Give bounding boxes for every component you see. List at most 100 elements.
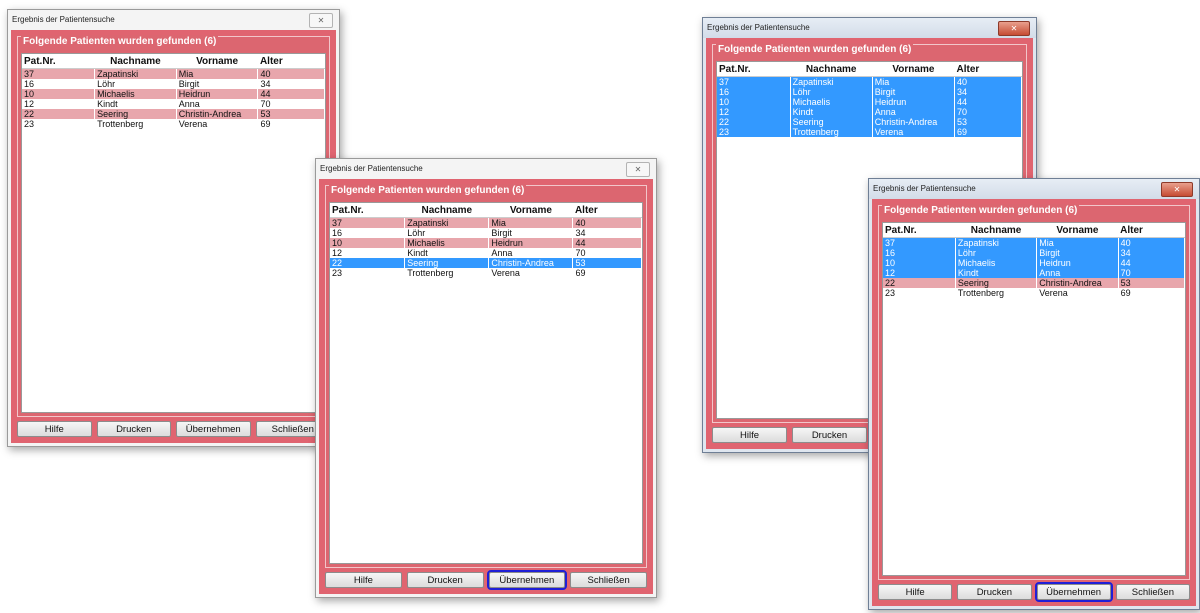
table-row[interactable]: 37 Zapatinski Mia 40 bbox=[883, 237, 1186, 248]
button-bar: Hilfe Drucken Übernehmen Schließen bbox=[325, 570, 647, 590]
table-row[interactable]: 16 Löhr Birgit 34 bbox=[883, 248, 1186, 258]
table-row[interactable]: 22 Seering Christin-Andrea 53 bbox=[22, 109, 325, 119]
table-row[interactable]: 10 Michaelis Heidrun 44 bbox=[717, 97, 1023, 107]
drucken-button[interactable]: Drucken bbox=[957, 584, 1032, 600]
hilfe-button-label: Hilfe bbox=[739, 430, 759, 441]
table-row[interactable]: 10 Michaelis Heidrun 44 bbox=[330, 238, 642, 248]
cell-vorname: Verena bbox=[176, 119, 258, 129]
cell-vorname: Birgit bbox=[176, 79, 258, 89]
table-row[interactable]: 16 Löhr Birgit 34 bbox=[717, 87, 1023, 97]
patient-table[interactable]: Pat.Nr. Nachname Vorname Alter 37 Zapatin… bbox=[329, 202, 643, 564]
drucken-button[interactable]: Drucken bbox=[96, 421, 171, 437]
hilfe-button[interactable]: Hilfe bbox=[17, 421, 92, 437]
column-header-alter[interactable]: Alter bbox=[572, 203, 642, 218]
column-header-nachname[interactable]: Nachname bbox=[94, 54, 177, 69]
hilfe-button[interactable]: Hilfe bbox=[712, 427, 787, 443]
hilfe-button[interactable]: Hilfe bbox=[325, 572, 402, 588]
schliessen-button[interactable]: Schließen bbox=[1115, 584, 1190, 600]
table-row[interactable]: 23 Trottenberg Verena 69 bbox=[330, 268, 642, 278]
close-button[interactable]: ✕ bbox=[1161, 182, 1193, 197]
hilfe-button-label: Hilfe bbox=[353, 575, 373, 586]
table-row[interactable]: 12 Kindt Anna 70 bbox=[717, 107, 1023, 117]
uebernehmen-button[interactable]: Übernehmen bbox=[486, 570, 568, 590]
table-row[interactable]: 23 Trottenberg Verena 69 bbox=[22, 119, 325, 129]
column-header-patnr[interactable]: Pat.Nr. bbox=[22, 54, 95, 69]
cell-alter: 34 bbox=[1118, 248, 1186, 258]
uebernehmen-button-label: Übernehmen bbox=[185, 424, 241, 435]
table-row[interactable]: 22 Seering Christin-Andrea 53 bbox=[883, 278, 1185, 288]
cell-nachname: Zapatinski bbox=[790, 76, 873, 87]
title-bar[interactable]: Ergebnis der Patientensuche ✕ bbox=[703, 18, 1036, 38]
cell-alter: 70 bbox=[1118, 268, 1186, 278]
close-button[interactable]: ✕ bbox=[626, 162, 650, 177]
cell-patnr: 12 bbox=[717, 107, 791, 117]
cell-patnr: 22 bbox=[330, 258, 406, 268]
cell-vorname: Verena bbox=[872, 127, 955, 137]
table-row[interactable]: 37 Zapatinski Mia 40 bbox=[330, 217, 642, 228]
table-row[interactable]: 12 Kindt Anna 70 bbox=[883, 268, 1186, 278]
column-header-patnr[interactable]: Pat.Nr. bbox=[883, 223, 956, 238]
cell-vorname: Verena bbox=[1036, 288, 1119, 298]
table-row[interactable]: 10 Michaelis Heidrun 44 bbox=[883, 258, 1186, 268]
table-row[interactable]: 10 Michaelis Heidrun 44 bbox=[22, 89, 325, 99]
column-header-patnr[interactable]: Pat.Nr. bbox=[717, 62, 791, 77]
cell-nachname: Seering bbox=[94, 109, 177, 119]
cell-vorname: Christin-Andrea bbox=[488, 258, 574, 268]
close-button[interactable]: ✕ bbox=[998, 21, 1030, 36]
column-header-nachname[interactable]: Nachname bbox=[955, 223, 1037, 238]
table-row[interactable]: 16 Löhr Birgit 34 bbox=[22, 79, 325, 89]
table-row[interactable]: 22 Seering Christin-Andrea 53 bbox=[330, 258, 642, 268]
group-label: Folgende Patienten wurden gefunden (6) bbox=[882, 204, 1080, 218]
cell-patnr: 16 bbox=[330, 228, 405, 238]
close-icon: ✕ bbox=[317, 16, 325, 25]
cell-patnr: 12 bbox=[22, 99, 95, 109]
table-row[interactable]: 23 Trottenberg Verena 69 bbox=[883, 288, 1185, 298]
title-bar[interactable]: Ergebnis der Patientensuche ✕ bbox=[8, 10, 339, 30]
column-header-alter[interactable]: Alter bbox=[1118, 223, 1185, 238]
column-header-alter[interactable]: Alter bbox=[257, 54, 325, 69]
cell-alter: 53 bbox=[954, 117, 1023, 127]
hilfe-button[interactable]: Hilfe bbox=[878, 584, 953, 600]
cell-nachname: Löhr bbox=[790, 87, 873, 97]
column-header-vorname[interactable]: Vorname bbox=[1036, 223, 1119, 238]
cell-patnr: 37 bbox=[717, 76, 791, 87]
column-header-nachname[interactable]: Nachname bbox=[404, 203, 489, 218]
column-header-alter[interactable]: Alter bbox=[954, 62, 1022, 77]
column-header-vorname[interactable]: Vorname bbox=[488, 203, 573, 218]
cell-alter: 69 bbox=[572, 268, 642, 278]
drucken-button[interactable]: Drucken bbox=[406, 572, 484, 588]
column-header-vorname[interactable]: Vorname bbox=[176, 54, 258, 69]
column-header-nachname[interactable]: Nachname bbox=[790, 62, 873, 77]
schliessen-button-label: Schließen bbox=[587, 575, 630, 586]
table-row[interactable]: 22 Seering Christin-Andrea 53 bbox=[717, 117, 1023, 127]
table-row[interactable]: 37 Zapatinski Mia 40 bbox=[22, 68, 325, 79]
table-row[interactable]: 16 Löhr Birgit 34 bbox=[330, 228, 642, 238]
cell-patnr: 37 bbox=[22, 68, 95, 79]
table-row[interactable]: 23 Trottenberg Verena 69 bbox=[717, 127, 1023, 137]
cell-patnr: 23 bbox=[330, 268, 405, 278]
column-header-vorname[interactable]: Vorname bbox=[872, 62, 955, 77]
uebernehmen-button[interactable]: Übernehmen bbox=[1034, 582, 1113, 602]
table-row[interactable]: 37 Zapatinski Mia 40 bbox=[717, 76, 1023, 87]
window-title: Ergebnis der Patientensuche bbox=[320, 164, 423, 173]
cell-patnr: 37 bbox=[883, 237, 956, 248]
cell-alter: 44 bbox=[257, 89, 325, 99]
cell-nachname: Löhr bbox=[94, 79, 177, 89]
drucken-button[interactable]: Drucken bbox=[792, 427, 867, 443]
cell-nachname: Kindt bbox=[94, 99, 177, 109]
patient-table[interactable]: Pat.Nr. Nachname Vorname Alter 37 Zapatin… bbox=[882, 222, 1186, 576]
table-row[interactable]: 12 Kindt Anna 70 bbox=[22, 99, 325, 109]
cell-vorname: Verena bbox=[488, 268, 573, 278]
column-header-patnr[interactable]: Pat.Nr. bbox=[330, 203, 405, 218]
title-bar[interactable]: Ergebnis der Patientensuche ✕ bbox=[869, 179, 1199, 199]
cell-alter: 34 bbox=[572, 228, 642, 238]
title-bar[interactable]: Ergebnis der Patientensuche ✕ bbox=[316, 159, 656, 179]
close-button[interactable]: ✕ bbox=[309, 13, 333, 28]
drucken-button-label: Drucken bbox=[976, 587, 1013, 598]
schliessen-button[interactable]: Schließen bbox=[570, 572, 647, 588]
schliessen-button-label: Schließen bbox=[271, 424, 314, 435]
table-row[interactable]: 12 Kindt Anna 70 bbox=[330, 248, 642, 258]
uebernehmen-button[interactable]: Übernehmen bbox=[176, 421, 251, 437]
window-title: Ergebnis der Patientensuche bbox=[707, 23, 810, 32]
patient-table[interactable]: Pat.Nr. Nachname Vorname Alter 37 Zapatin… bbox=[21, 53, 326, 413]
